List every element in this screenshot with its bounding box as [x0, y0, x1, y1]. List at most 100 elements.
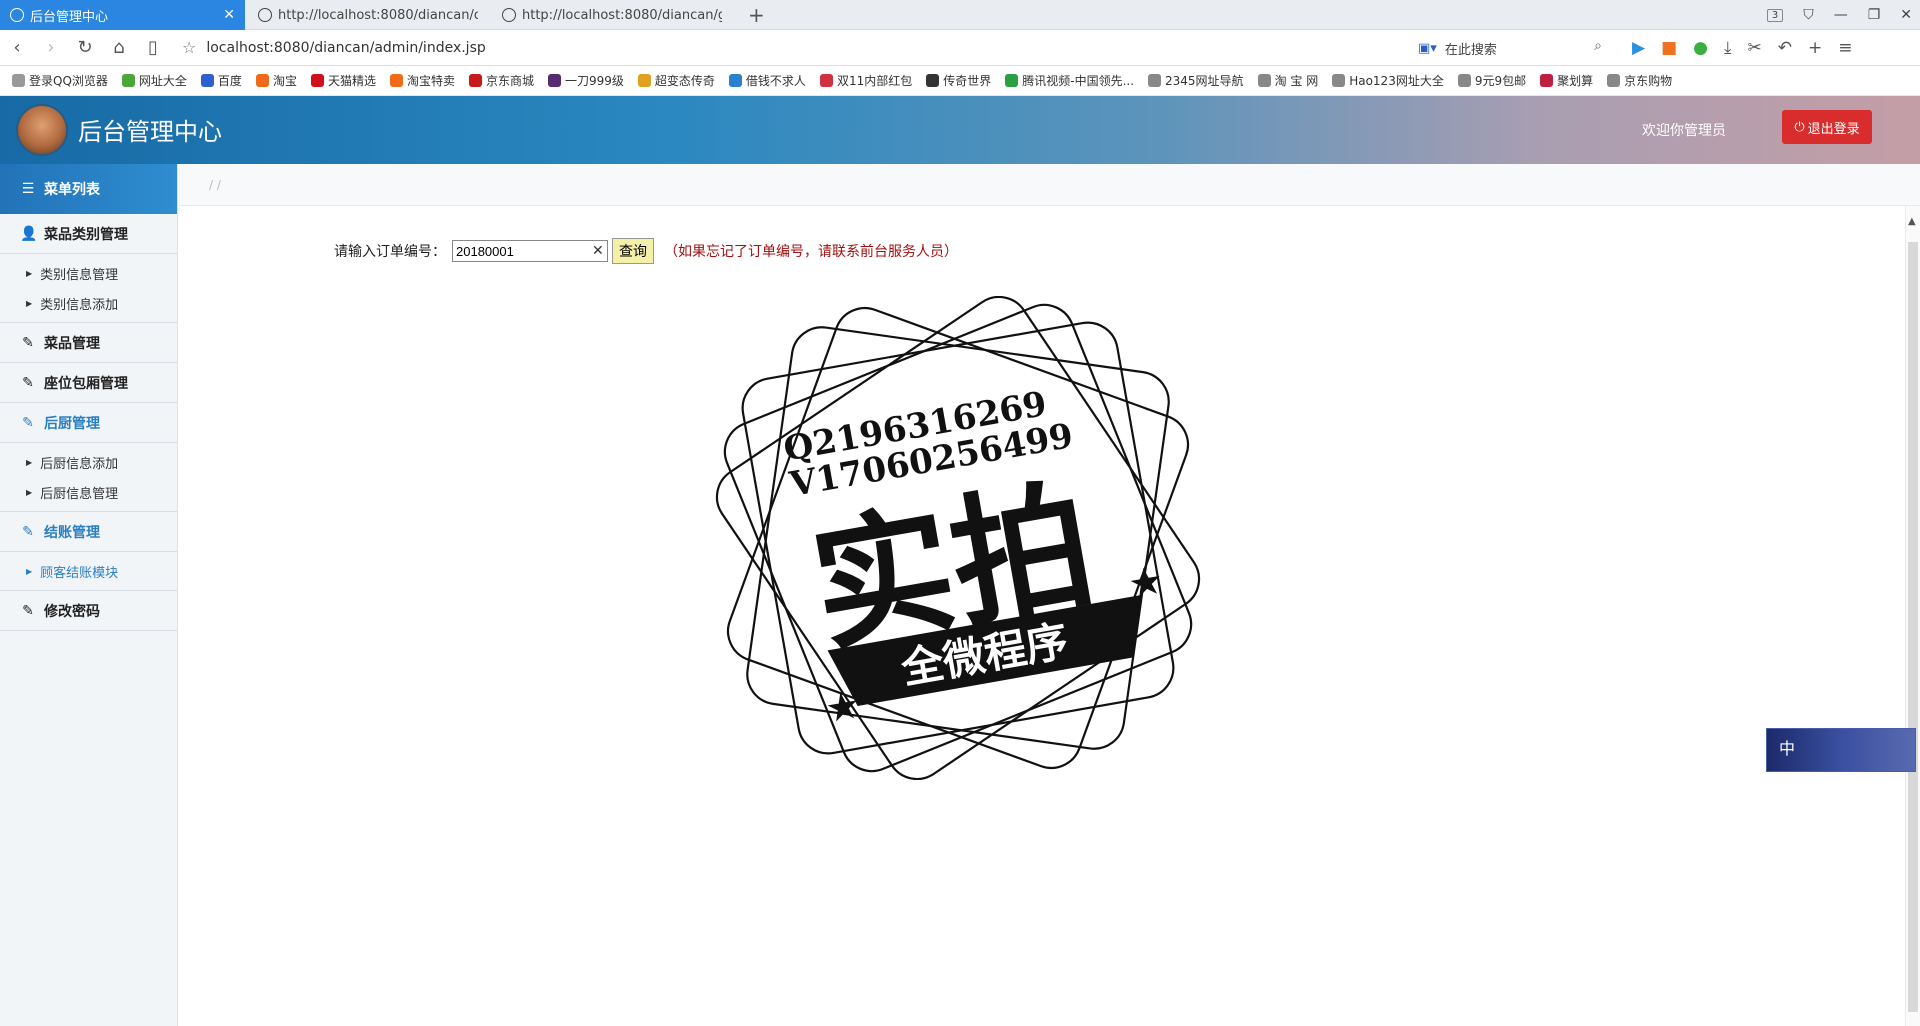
address-bar[interactable]: ☆ localhost:8080/diancan/admin/index.jsp [182, 38, 1362, 57]
bookmark-item[interactable]: 2345网址导航 [1148, 72, 1244, 89]
sidebar-group[interactable]: 👤 菜品类别管理 [0, 214, 177, 254]
bookmark-label: 淘宝 [272, 74, 297, 88]
order-query-form: 请输入订单编号： ✕ 查询 （如果忘记了订单编号，请联系前台服务人员） [334, 238, 958, 264]
download-icon[interactable]: ⤓ [1724, 38, 1732, 58]
bookmark-item[interactable]: 百度 [200, 72, 242, 89]
minimize-icon[interactable]: — [1834, 7, 1848, 23]
sidebar-group[interactable]: ✎ 座位包厢管理 [0, 363, 177, 403]
logout-label: 退出登录 [1807, 120, 1860, 136]
bookmark-item[interactable]: 借钱不求人 [728, 72, 806, 89]
page-scrollbar[interactable]: ▲ [1905, 206, 1920, 1026]
sidebar-header[interactable]: ☰ 菜单列表 [0, 164, 177, 214]
tab-title: http://localhost:8080/diancan/goo [522, 7, 722, 23]
query-button[interactable]: 查询 [612, 238, 654, 264]
logout-button[interactable]: ⏻ 退出登录 [1782, 110, 1872, 144]
add-icon[interactable]: + [1808, 38, 1822, 58]
close-window-icon[interactable]: ✕ [1900, 7, 1912, 23]
sidebar-item-label: 后厨信息管理 [40, 486, 119, 502]
video-icon[interactable]: ■ [1661, 38, 1677, 58]
bookmark-item[interactable]: 淘宝 [255, 72, 297, 89]
menu-icon[interactable]: ≡ [1838, 38, 1852, 58]
star-icon[interactable]: ☆ [182, 38, 196, 57]
browser-tab-active[interactable]: 后台管理中心 ✕ [0, 0, 245, 30]
undo-icon[interactable]: ↶ [1778, 38, 1792, 58]
bookmark-icon [548, 74, 561, 87]
scroll-thumb[interactable] [1908, 242, 1918, 1012]
bookmark-item[interactable]: 一刀999级 [548, 72, 624, 89]
back-icon[interactable]: ‹ [0, 37, 34, 58]
refresh-icon[interactable]: ↻ [68, 37, 102, 58]
bookmark-item[interactable]: 超变态传奇 [637, 72, 715, 89]
search-icon[interactable]: ⌕ [1594, 38, 1602, 54]
bookmark-item[interactable]: 腾讯视频-中国领先... [1005, 72, 1134, 89]
globe-icon [10, 8, 24, 22]
bookmark-item[interactable]: 9元9包邮 [1457, 72, 1526, 89]
bookmark-item[interactable]: 京东商城 [468, 72, 534, 89]
sidebar-item[interactable]: ▶ 顾客结账模块 [0, 556, 177, 586]
sidebar-submenu: ▶ 顾客结账模块 [0, 552, 177, 591]
browser-search-box[interactable]: ▣▾ 在此搜索 ⌕ [1418, 37, 1608, 59]
sidebar-item-label: 类别信息管理 [40, 267, 119, 283]
bookmark-item[interactable]: 传奇世界 [926, 72, 991, 89]
browser-tabbar: 后台管理中心 ✕ http://localhost:8080/diancan/o… [0, 0, 1920, 30]
bookmark-label: 登录QQ浏览器 [29, 74, 108, 88]
clear-input-icon[interactable]: ✕ [592, 243, 606, 259]
home-icon[interactable]: ⌂ [102, 37, 136, 58]
sidebar-group[interactable]: ✎ 后厨管理 [0, 403, 177, 443]
app-header: 后台管理中心 欢迎你管理员 ⏻ 退出登录 [0, 96, 1920, 164]
bookmark-item[interactable]: 网址大全 [121, 72, 187, 89]
shirt-icon[interactable]: ⛉ [1803, 7, 1814, 23]
order-number-input[interactable] [452, 240, 608, 262]
bookmark-item[interactable]: Hao123网址大全 [1332, 72, 1444, 89]
forward-icon[interactable]: › [34, 37, 68, 58]
sidebar-item[interactable]: ▶ 类别信息添加 [0, 288, 177, 318]
restore-icon[interactable]: ❐ [1868, 7, 1881, 23]
caret-right-icon: ▶ [26, 298, 33, 308]
welcome-text: 欢迎你管理员 [1642, 123, 1726, 139]
ime-widget[interactable]: 中 [1766, 728, 1916, 772]
browser-tool-icons: ▶ ■ ● ⤓ ✂ ↶ + ≡ [1632, 38, 1853, 58]
sidebar-group[interactable]: ✎ 结账管理 [0, 512, 177, 552]
scissors-icon[interactable]: ✂ [1748, 38, 1762, 58]
search-engine-icon[interactable]: ▣▾ [1418, 41, 1437, 56]
bookmarks-bar: 登录QQ浏览器 网址大全 百度 淘宝 天猫精选 淘宝特卖 京东商城 一刀999级 超变态传奇 借钱… [0, 66, 1920, 96]
bookmark-icon [121, 74, 135, 87]
reader-icon[interactable]: ▯ [136, 37, 170, 58]
wechat-icon[interactable]: ● [1693, 38, 1708, 58]
sidebar: ☰ 菜单列表 👤 菜品类别管理 ▶ 类别信息管理 ▶ 类别信息添加 ✎ 菜品管理 ✎ 座位包厢管理… [0, 164, 178, 1026]
hint-text: （如果忘记了订单编号，请联系前台服务人员） [664, 244, 958, 260]
bookmark-item[interactable]: 淘宝特卖 [389, 72, 455, 89]
tab-count-badge[interactable]: 3 [1766, 8, 1784, 22]
bookmark-item[interactable]: 聚划算 [1540, 72, 1593, 89]
stamp-watermark: Q2196316269 V17060256499 实拍 全微程序 ★ ★ [715, 296, 1201, 780]
bookmark-label: 百度 [217, 74, 242, 88]
browser-tab[interactable]: http://localhost:8080/diancan/goo [492, 0, 732, 30]
bookmark-item[interactable]: 淘 宝 网 [1257, 72, 1319, 89]
browser-tab[interactable]: http://localhost:8080/diancan/orde [248, 0, 488, 30]
sidebar-group[interactable]: ✎ 菜品管理 [0, 323, 177, 363]
bookmark-label: 淘 宝 网 [1274, 74, 1319, 88]
sidebar-header-label: 菜单列表 [44, 182, 100, 198]
sidebar-item[interactable]: ▶ 后厨信息添加 [0, 447, 177, 477]
sidebar-item[interactable]: ▶ 类别信息管理 [0, 258, 177, 288]
bookmark-label: 淘宝特卖 [406, 74, 455, 88]
sidebar-group-label: 菜品类别管理 [44, 226, 128, 243]
ime-label: 中 [1779, 739, 1796, 758]
bookmark-label: 2345网址导航 [1165, 74, 1244, 88]
bookmark-item[interactable]: 天猫精选 [310, 72, 376, 89]
scroll-up-icon[interactable]: ▲ [1908, 216, 1916, 227]
sidebar-group[interactable]: ✎ 修改密码 [0, 591, 177, 631]
bookmark-icon [12, 74, 25, 87]
bookmark-icon [1540, 74, 1554, 87]
close-icon[interactable]: ✕ [223, 7, 235, 23]
edit-icon: ✎ [22, 523, 34, 540]
play-icon[interactable]: ▶ [1632, 38, 1645, 58]
sidebar-item[interactable]: ▶ 后厨信息管理 [0, 477, 177, 507]
bookmark-item[interactable]: 双11内部红包 [819, 72, 912, 89]
search-placeholder: 在此搜索 [1444, 42, 1497, 58]
bookmark-item[interactable]: 京东购物 [1607, 72, 1672, 89]
bookmark-item[interactable]: 登录QQ浏览器 [12, 72, 108, 89]
new-tab-plus-icon[interactable]: + [748, 3, 765, 27]
sidebar-group-label: 结账管理 [44, 524, 100, 541]
bookmark-icon [468, 74, 482, 87]
